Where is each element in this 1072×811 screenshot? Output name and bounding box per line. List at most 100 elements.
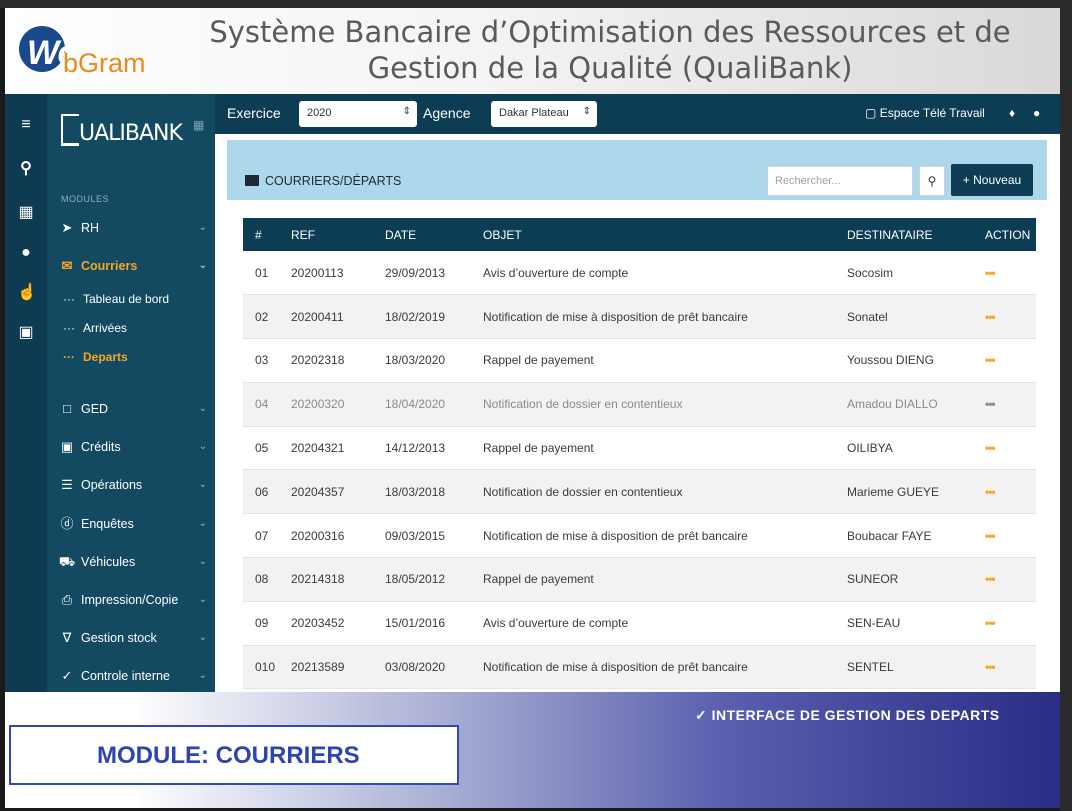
- col-header-action[interactable]: ACTION: [973, 218, 1036, 251]
- cell-objet: Notification de dossier en contentieux: [471, 469, 835, 515]
- grid-icon[interactable]: ▦: [193, 118, 204, 132]
- folder-icon: □: [63, 401, 71, 416]
- agence-value: Dakar Plateau: [499, 107, 569, 119]
- sidebar-item-vehicules[interactable]: ⛟ Véhicules ⌄: [57, 550, 207, 574]
- row-action-menu[interactable]: •••: [973, 513, 1036, 559]
- cell-date: 09/03/2015: [373, 513, 471, 559]
- col-header-date[interactable]: DATE: [373, 218, 471, 251]
- sidebar-item-impression[interactable]: ⎙ Impression/Copie ⌄: [57, 588, 207, 612]
- agence-select[interactable]: Dakar Plateau ⇕: [491, 101, 597, 127]
- espace-tele-travail-link[interactable]: ▢ Espace Télé Travail: [865, 106, 985, 120]
- agence-label: Agence: [423, 105, 471, 121]
- slide-title-line1: Système Bancaire d’Optimisation des Ress…: [209, 15, 1011, 49]
- sidebar-item-enquetes[interactable]: ⓓ Enquêtes ⌄: [57, 512, 207, 536]
- panel-header: COURRIERS/DÉPARTS Rechercher... ⚲ + Nouv…: [227, 140, 1047, 200]
- sidebar-item-credits[interactable]: ▣ Crédits ⌄: [57, 435, 207, 459]
- cell-destinataire: Youssou DIENG: [835, 338, 973, 383]
- cell-date: 18/05/2012: [373, 557, 471, 602]
- chevron-down-icon: ⌄: [198, 441, 207, 452]
- menu-icon[interactable]: ≡: [17, 116, 35, 134]
- slide-frame: We bGram Système Bancaire d’Optimisation…: [5, 8, 1060, 808]
- cell-ref: 20200320: [279, 382, 373, 427]
- question-icon: ⓓ: [60, 516, 74, 531]
- search-icon[interactable]: ⚲: [17, 160, 35, 178]
- table-row[interactable]: 09 20203452 15/01/2016 Avis d’ouverture …: [243, 601, 1036, 646]
- mail-open-icon: ✉: [61, 258, 73, 273]
- cell-destinataire: Sonatel: [835, 294, 973, 340]
- row-action-menu[interactable]: •••: [973, 645, 1036, 690]
- dots-icon: ···: [63, 321, 75, 335]
- footer-note: ✓ INTERFACE DE GESTION DES DEPARTS: [695, 707, 1000, 723]
- sidebar-item-label: Gestion stock: [81, 631, 157, 645]
- slide-title: Système Bancaire d’Optimisation des Ress…: [195, 14, 1025, 86]
- subitem-arrivees[interactable]: ··· Arrivées: [63, 319, 127, 337]
- col-header-objet[interactable]: OBJET: [471, 218, 835, 251]
- table-row[interactable]: 03 20202318 18/03/2020 Rappel de payemen…: [243, 338, 1036, 383]
- table-row[interactable]: 06 20204357 18/03/2018 Notification de d…: [243, 469, 1036, 515]
- subitem-tableau-de-bord[interactable]: ··· Tableau de bord: [63, 290, 169, 308]
- sidebar-item-gestion-stock[interactable]: ∇ Gestion stock ⌄: [57, 626, 207, 650]
- table-row[interactable]: 07 20200316 09/03/2015 Notification de m…: [243, 513, 1036, 559]
- list-icon: ☰: [61, 477, 73, 492]
- webgram-logo: We bGram: [19, 26, 169, 84]
- new-button[interactable]: + Nouveau: [951, 164, 1033, 196]
- col-header-destinataire[interactable]: DESTINATAIRE: [835, 218, 973, 251]
- col-header-ref[interactable]: REF: [279, 218, 373, 251]
- sidebar-item-ged[interactable]: □ GED ⌄: [57, 397, 207, 421]
- row-action-menu[interactable]: •••: [973, 251, 1036, 296]
- cell-date: 18/04/2020: [373, 382, 471, 427]
- cell-objet: Notification de mise à disposition de pr…: [471, 294, 835, 340]
- table-row[interactable]: 010 20213589 03/08/2020 Notification de …: [243, 645, 1036, 690]
- sidebar-item-controle-interne[interactable]: ✓ Controle interne ⌄: [57, 664, 207, 688]
- user-icon[interactable]: ●: [1033, 106, 1040, 120]
- medkit-icon[interactable]: ▣: [17, 324, 35, 342]
- cell-destinataire: Boubacar FAYE: [835, 513, 973, 559]
- row-action-menu[interactable]: •••: [973, 338, 1036, 383]
- subitem-departs[interactable]: ··· Departs: [63, 348, 128, 366]
- sidebar-item-label: Enquêtes: [81, 517, 134, 531]
- thumbs-up-icon[interactable]: ☝: [17, 284, 37, 302]
- sidebar-item-operations[interactable]: ☰ Opérations ⌄: [57, 473, 207, 497]
- dots-icon: ···: [63, 350, 75, 364]
- exercice-label: Exercice: [227, 105, 281, 121]
- row-action-menu[interactable]: •••: [973, 382, 1036, 427]
- cell-date: 18/02/2019: [373, 294, 471, 340]
- cell-date: 29/09/2013: [373, 251, 471, 296]
- icon-rail: ≡ ⚲ ▦ ● ☝ ▣: [5, 94, 47, 692]
- table-row[interactable]: 01 20200113 29/09/2013 Avis d’ouverture …: [243, 251, 1036, 296]
- row-action-menu[interactable]: •••: [973, 601, 1036, 646]
- sidebar-item-rh[interactable]: ➤ RH ⌄: [57, 216, 207, 240]
- row-action-menu[interactable]: •••: [973, 294, 1036, 340]
- row-action-menu[interactable]: •••: [973, 557, 1036, 602]
- table-row[interactable]: 05 20204321 14/12/2013 Rappel de payemen…: [243, 426, 1036, 471]
- col-header-num[interactable]: #: [243, 218, 279, 251]
- cell-ref: 20202318: [279, 338, 373, 383]
- cell-destinataire: SENTEL: [835, 645, 973, 690]
- panel-title: COURRIERS/DÉPARTS: [245, 174, 401, 188]
- cell-ref: 20200113: [279, 251, 373, 296]
- users-icon[interactable]: ●: [17, 244, 35, 262]
- calendar-icon[interactable]: ▦: [17, 204, 35, 222]
- row-action-menu[interactable]: •••: [973, 469, 1036, 515]
- subitem-label: Tableau de bord: [83, 292, 170, 306]
- sidebar-item-label: Véhicules: [81, 555, 136, 569]
- row-action-menu[interactable]: •••: [973, 426, 1036, 471]
- chevron-down-icon: ⌄: [198, 403, 207, 414]
- cell-objet: Notification de mise à disposition de pr…: [471, 513, 835, 559]
- cell-ref: 20200316: [279, 513, 373, 559]
- bell-icon[interactable]: ♦: [1009, 106, 1015, 120]
- subitem-label: Departs: [83, 350, 128, 364]
- chevron-down-icon: ⌄: [198, 594, 207, 605]
- cell-ref: 20204321: [279, 426, 373, 471]
- table-row[interactable]: 04 20200320 18/04/2020 Notification de d…: [243, 382, 1036, 427]
- search-input[interactable]: Rechercher...: [767, 166, 913, 196]
- table-row[interactable]: 08 20214318 18/05/2012 Rappel de payemen…: [243, 557, 1036, 602]
- search-button[interactable]: ⚲: [919, 166, 945, 196]
- sidebar-item-courriers[interactable]: ✉ Courriers ⌄: [57, 254, 207, 278]
- exercice-select[interactable]: 2020 ⇕: [299, 101, 417, 127]
- brand-text: UALIBANK: [79, 121, 183, 146]
- cell-objet: Rappel de payement: [471, 426, 835, 471]
- logo-gram-text: bGram: [63, 48, 146, 78]
- table-row[interactable]: 02 20200411 18/02/2019 Notification de m…: [243, 294, 1036, 340]
- modules-label: MODULES: [61, 194, 110, 204]
